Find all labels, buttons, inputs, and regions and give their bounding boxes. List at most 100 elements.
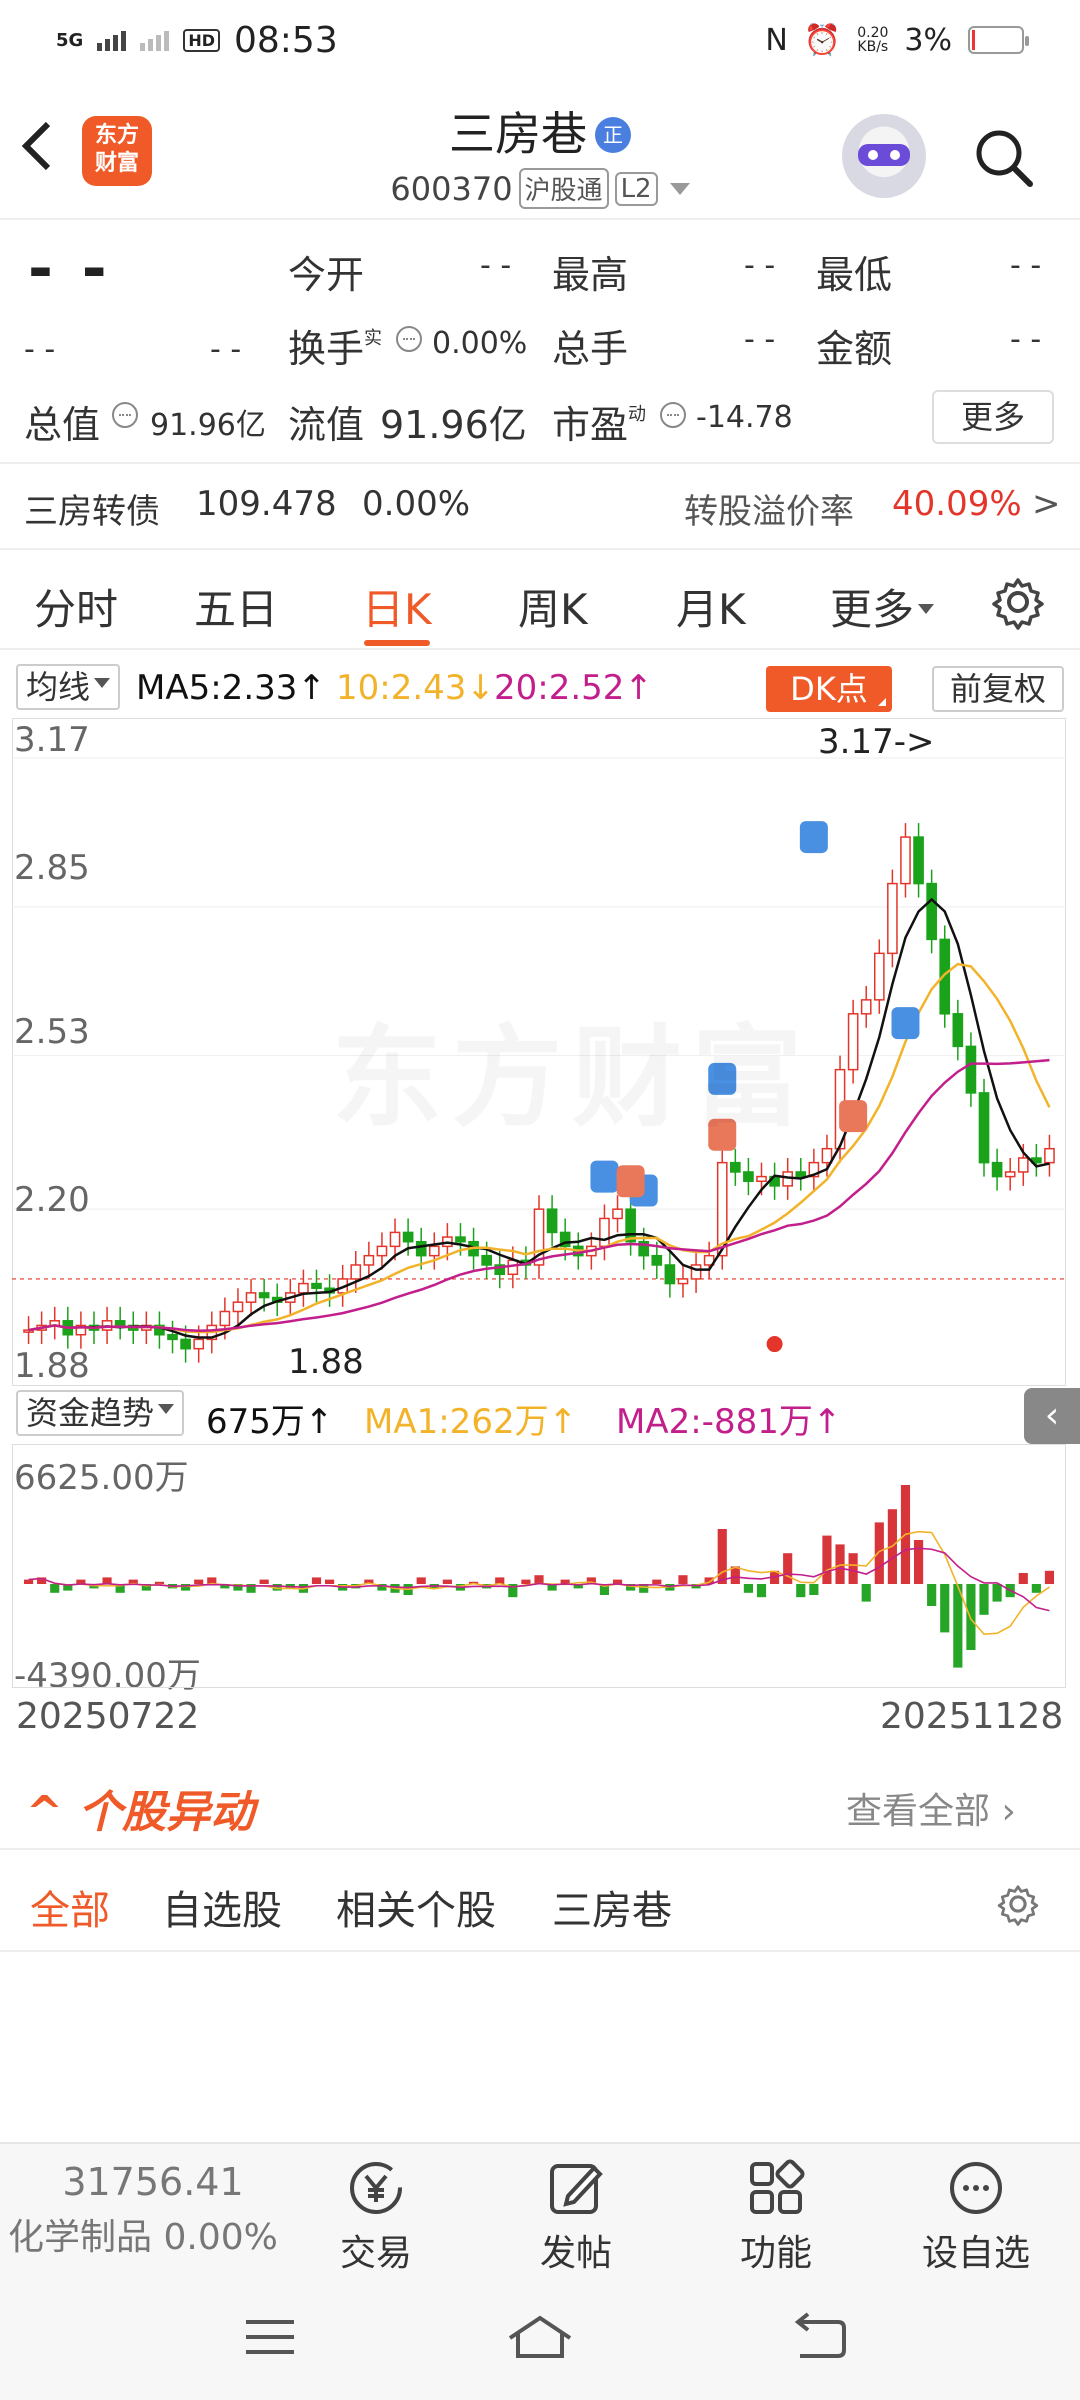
- candle-body: [821, 1147, 833, 1164]
- filter-tab-related[interactable]: 相关个股: [336, 1878, 496, 1936]
- premium-value: 40.09%: [892, 484, 1022, 524]
- chevron-up-icon: ^: [26, 1787, 79, 1838]
- candle-body: [428, 1245, 440, 1257]
- candle-body: [991, 1161, 1003, 1178]
- fund-bar: [796, 1584, 806, 1598]
- tab-daily-k[interactable]: 日K: [362, 576, 432, 637]
- end-date: 20251128: [880, 1696, 1064, 1737]
- post-button[interactable]: 发帖: [506, 2156, 646, 2276]
- eye-icon[interactable]: [396, 326, 422, 352]
- adjust-mode-button[interactable]: 前复权: [932, 666, 1064, 712]
- candle-body: [219, 1310, 231, 1327]
- float-value: 91.96亿: [380, 403, 527, 447]
- filter-tab-all[interactable]: 全部: [30, 1878, 110, 1936]
- candle-body: [795, 1171, 807, 1178]
- volume-value: - -: [744, 322, 776, 357]
- dropdown-icon: [918, 604, 935, 614]
- sector-index[interactable]: 31756.41 化学制品 0.00%: [8, 2160, 298, 2260]
- dk-point-button[interactable]: DK点: [766, 666, 892, 712]
- gear-icon: [997, 1885, 1039, 1926]
- amount-value: - -: [1010, 322, 1042, 357]
- more-dots-icon: [950, 2162, 1002, 2214]
- tab-intraday[interactable]: 分时: [34, 576, 118, 637]
- robot-assistant-avatar[interactable]: [842, 114, 926, 198]
- divider: [0, 462, 1080, 464]
- candle-body: [887, 882, 898, 955]
- eye-icon[interactable]: [660, 402, 686, 428]
- back-nav-icon[interactable]: [790, 2312, 850, 2362]
- y-axis-label: 2.53: [14, 1012, 90, 1052]
- ma-select[interactable]: 均线: [16, 664, 121, 710]
- quote-panel: - - - - - - 今开 - - 最高 - - 最低 - - 换手实 0.0…: [0, 222, 1080, 462]
- hd-icon: HD: [183, 28, 220, 52]
- chevron-left-icon: [21, 121, 51, 171]
- verified-badge-icon: 正: [595, 117, 631, 153]
- search-icon: [976, 130, 1033, 187]
- dropdown-icon[interactable]: [669, 182, 690, 195]
- trade-button[interactable]: 交易: [306, 2156, 446, 2276]
- filter-tab-stock[interactable]: 三房巷: [552, 1878, 672, 1936]
- search-button[interactable]: [972, 126, 1036, 190]
- filter-settings-button[interactable]: [996, 1882, 1040, 1926]
- buy-signal-marker: [616, 1165, 645, 1198]
- pe-label: 市盈动: [552, 403, 647, 447]
- convertible-bond-row[interactable]: 三房转债 109.478 0.00% 转股溢价率 40.09% >: [0, 470, 1080, 544]
- candle-body: [114, 1320, 126, 1327]
- add-watchlist-button[interactable]: 设自选: [906, 2156, 1046, 2276]
- turnover-value: 0.00%: [432, 326, 528, 361]
- fund-ma1: MA1:262万↑: [364, 1402, 578, 1442]
- candle-body: [232, 1301, 244, 1313]
- fund-bar: [534, 1575, 544, 1584]
- fund-bar: [953, 1584, 963, 1668]
- y-axis-label: 1.88: [14, 1346, 90, 1386]
- tab-weekly-k[interactable]: 周K: [518, 576, 588, 637]
- fund-bar: [913, 1540, 924, 1584]
- y-axis-label: 3.17: [14, 720, 90, 760]
- candle-body: [481, 1254, 492, 1266]
- function-button[interactable]: 功能: [706, 2156, 846, 2276]
- fund-bar: [756, 1584, 767, 1598]
- chart-settings-button[interactable]: [990, 574, 1046, 630]
- candle-body: [546, 1208, 558, 1234]
- fund-ma2: MA2:-881万↑: [616, 1402, 842, 1442]
- bond-change: 0.00%: [362, 484, 471, 524]
- candle-body: [455, 1236, 466, 1243]
- open-label: 今开: [288, 253, 365, 297]
- change-amount: - -: [24, 332, 56, 367]
- trade-yen-icon: [350, 2162, 402, 2214]
- tab-monthly-k[interactable]: 月K: [676, 576, 746, 637]
- fund-bar: [259, 1579, 269, 1584]
- eye-icon[interactable]: [112, 402, 138, 428]
- candle-body: [1004, 1171, 1016, 1178]
- view-all-link[interactable]: 查看全部 ›: [846, 1782, 1016, 1834]
- fund-flow-chart[interactable]: [12, 1444, 1066, 1688]
- candle-body: [664, 1264, 676, 1285]
- mktcap-value: 91.96亿: [150, 408, 266, 443]
- current-price: - -: [28, 234, 111, 304]
- tab-five-day[interactable]: 五日: [194, 576, 278, 637]
- tab-more[interactable]: 更多: [830, 576, 935, 637]
- min-price-marker: 1.88: [288, 1342, 364, 1382]
- stock-title-block[interactable]: 三房巷正 600370 沪股通 L2: [340, 98, 740, 209]
- dropdown-icon: [158, 1404, 175, 1414]
- candle-body: [926, 882, 937, 941]
- fund-bar: [783, 1553, 793, 1584]
- kline-chart-area[interactable]: 东方财富 3.17 2.85 2.53 2.20 1.88 3.17-> 1.8…: [12, 718, 1066, 1696]
- more-button[interactable]: 更多: [932, 390, 1054, 444]
- home-icon[interactable]: [504, 2312, 576, 2362]
- fund-bar: [940, 1584, 950, 1633]
- filter-tab-watchlist[interactable]: 自选股: [162, 1878, 282, 1936]
- y-axis-label: 2.85: [14, 848, 90, 888]
- candle-body: [743, 1171, 754, 1183]
- candle-body: [690, 1264, 702, 1280]
- menu-icon[interactable]: [240, 2312, 300, 2362]
- app-logo[interactable]: 东方 财富: [82, 116, 152, 186]
- back-button[interactable]: [18, 116, 78, 186]
- indicator-select[interactable]: 资金趋势: [16, 1390, 185, 1436]
- bond-name: 三房转债: [24, 492, 160, 532]
- fund-bar: [861, 1584, 871, 1602]
- collapse-side-button[interactable]: ‹: [1024, 1388, 1080, 1444]
- candle-body: [389, 1231, 401, 1248]
- fund-bar: [311, 1577, 322, 1584]
- sell-signal-marker: [799, 821, 828, 854]
